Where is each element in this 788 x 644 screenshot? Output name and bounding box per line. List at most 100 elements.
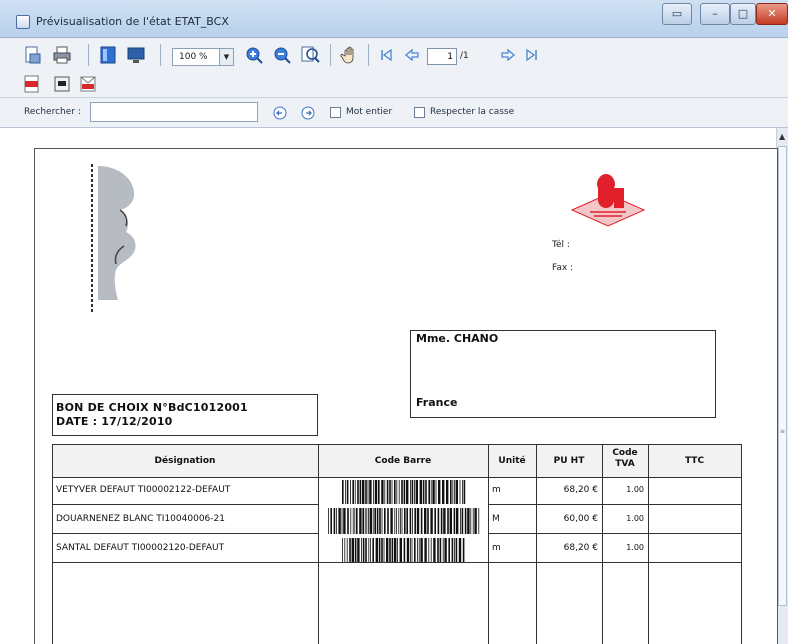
pdf-mail-button[interactable]: [78, 74, 98, 94]
barcode-bar: [430, 538, 432, 562]
first-page-button[interactable]: [376, 45, 396, 65]
pdf-export-button[interactable]: [22, 74, 42, 94]
page-total: /1: [460, 51, 469, 61]
search-next-button[interactable]: [298, 103, 318, 123]
barcode-bar: [411, 480, 414, 504]
pdf-save-button[interactable]: [52, 74, 72, 94]
barcode-bar: [406, 538, 410, 562]
barcode-bar: [443, 508, 446, 534]
match-case-checkbox[interactable]: [414, 107, 425, 118]
barcode-bar: [416, 508, 420, 534]
barcode-bar: [398, 508, 400, 534]
barcode-bar: [435, 480, 437, 504]
page-setup-button[interactable]: [22, 45, 42, 65]
barcode-bar: [414, 538, 416, 562]
arrow-left-circle-icon: [273, 106, 287, 120]
silhouette-logo-icon: [91, 164, 136, 314]
barcode-bar: [351, 538, 354, 562]
col-header-ttc: TTC: [684, 456, 705, 466]
barcode-bar: [374, 480, 378, 504]
barcode-bar: [383, 538, 385, 562]
row-1-designation: VETYVER DEFAUT TI00002122-DEFAUT: [56, 485, 231, 495]
page-number-input[interactable]: 1: [427, 48, 457, 65]
barcode-bar: [410, 538, 411, 562]
zoom-select[interactable]: 100 % ▼: [172, 48, 234, 66]
barcode-bar: [449, 508, 452, 534]
print-button[interactable]: [52, 45, 72, 65]
col-header-tva: Code TVA: [612, 448, 638, 469]
hand-tool-button[interactable]: [340, 45, 360, 65]
scroll-up-icon[interactable]: ▲: [779, 132, 785, 141]
col-header-barcode: Code Barre: [374, 456, 432, 466]
barcode-bar: [356, 508, 358, 534]
barcode-bar: [347, 508, 349, 534]
zoom-value: 100 %: [179, 52, 208, 62]
barcode-bar: [362, 508, 364, 534]
monitor-icon: [127, 47, 145, 63]
barcode-bar: [352, 508, 354, 534]
next-page-button[interactable]: [498, 45, 518, 65]
table-border: [488, 444, 489, 644]
barcode-bar: [454, 538, 455, 562]
barcode-bar: [338, 508, 341, 534]
zoom-in-button[interactable]: [244, 45, 264, 65]
barcode-bar: [463, 480, 466, 504]
barcode-bar: [455, 538, 458, 562]
single-page-button[interactable]: [98, 45, 118, 65]
barcode-bar: [381, 508, 383, 534]
fullscreen-button[interactable]: [126, 45, 146, 65]
barcode-bar: [397, 538, 398, 562]
restore-tab-button[interactable]: ▭: [662, 3, 692, 25]
last-page-button[interactable]: [522, 45, 542, 65]
barcode-bar: [368, 538, 370, 562]
barcode-bar: [467, 508, 470, 534]
barcode-bar: [403, 480, 406, 504]
row-2-designation: DOUARNENEZ BLANC TI10040006-21: [56, 514, 225, 524]
barcode-bar: [459, 480, 461, 504]
barcode-row-3: [342, 538, 465, 562]
barcode-bar: [369, 480, 372, 504]
barcode-bar: [452, 480, 454, 504]
barcode-bar: [409, 508, 412, 534]
barcode-bar: [442, 480, 445, 504]
barcode-bar: [470, 508, 472, 534]
barcode-bar: [366, 508, 368, 534]
barcode-bar: [453, 508, 456, 534]
search-previous-button[interactable]: [270, 103, 290, 123]
zoom-fit-button[interactable]: [300, 45, 320, 65]
barcode-bar: [424, 508, 427, 534]
barcode-bar: [420, 538, 423, 562]
barcode-bar: [357, 480, 359, 504]
whole-word-label: Mot entier: [346, 107, 393, 117]
barcode-bar: [458, 538, 462, 562]
search-input[interactable]: [90, 102, 258, 122]
row-3-pu-ht: 68,20 €: [563, 543, 598, 553]
barcode-bar: [365, 538, 367, 562]
barcode-bar: [350, 508, 352, 534]
barcode-bar: [446, 480, 449, 504]
zoom-out-button[interactable]: [272, 45, 292, 65]
table-border: [52, 444, 53, 644]
whole-word-checkbox[interactable]: [330, 107, 341, 118]
minimize-button[interactable]: –: [700, 3, 730, 25]
row-3-unit: m: [492, 543, 501, 553]
maximize-button[interactable]: □: [730, 3, 756, 25]
table-border: [318, 444, 319, 644]
pdf-save-icon: [54, 76, 70, 92]
previous-page-button[interactable]: [402, 45, 422, 65]
barcode-bar: [372, 538, 374, 562]
close-button[interactable]: ✕: [756, 3, 788, 25]
fax-label: Fax :: [552, 263, 574, 273]
barcode-bar: [369, 508, 372, 534]
scrollbar-thumb[interactable]: [778, 146, 787, 606]
barcode-bar: [365, 480, 367, 504]
barcode-bar: [357, 538, 360, 562]
barcode-bar: [354, 480, 356, 504]
barcode-bar: [389, 480, 391, 504]
barcode-bar: [354, 508, 356, 534]
barcode-bar: [394, 480, 396, 504]
barcode-bar: [398, 480, 400, 504]
printer-icon: [53, 46, 71, 64]
page-setup-icon: [25, 46, 41, 64]
barcode-bar: [428, 480, 430, 504]
